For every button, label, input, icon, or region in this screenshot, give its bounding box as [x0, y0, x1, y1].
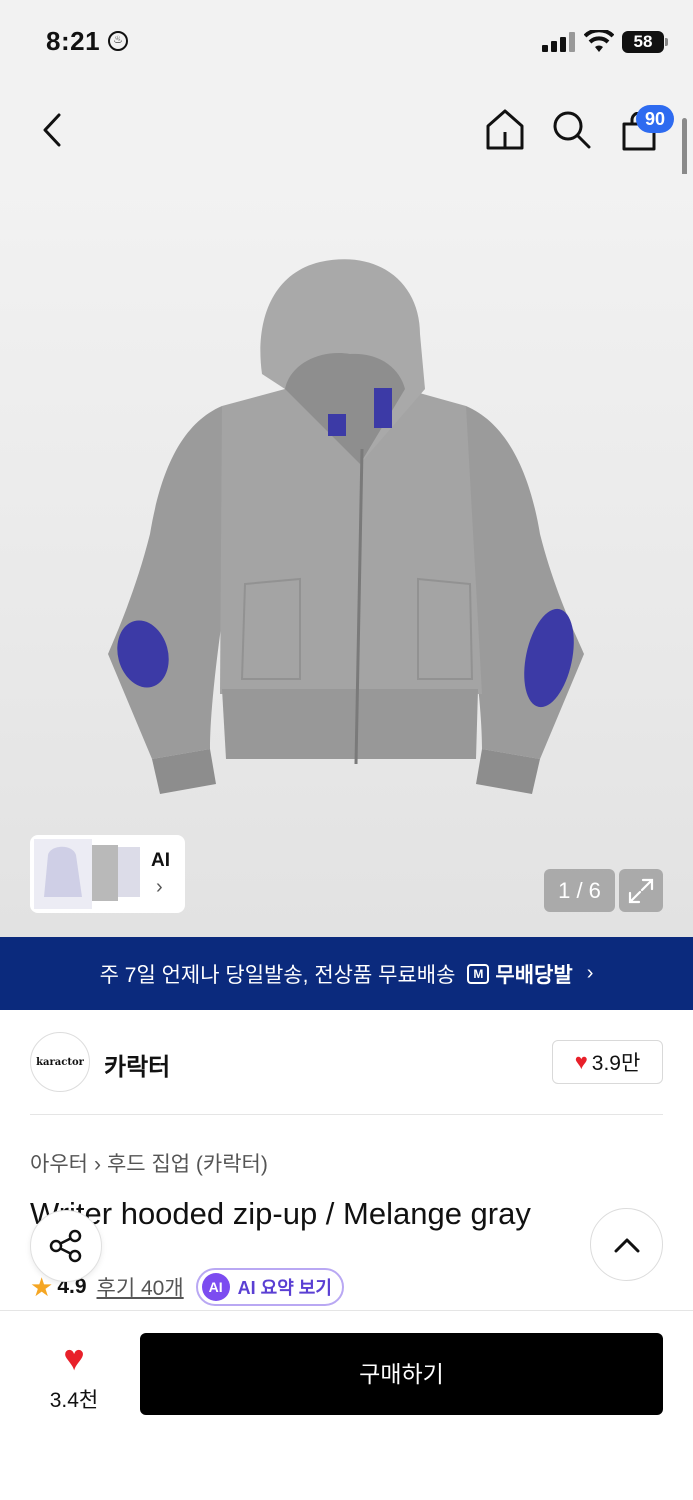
shipping-banner[interactable]: 주 7일 언제나 당일발송, 전상품 무료배송 M 무배당발 ›	[0, 937, 693, 1010]
product-image-carousel[interactable]	[0, 174, 693, 937]
wishlist-button[interactable]: ♥ 3.4천	[36, 1338, 112, 1414]
reviews-link[interactable]: 후기 40개	[97, 1272, 184, 1302]
heart-icon: ♥	[574, 1049, 588, 1074]
ai-summary-label: AI 요약 보기	[237, 1278, 332, 1298]
chevron-right-icon: ›	[156, 876, 163, 898]
chevron-right-icon: ›	[586, 962, 594, 984]
brand-row: karactor 카락터 ♥ 3.9만	[30, 1032, 663, 1092]
breadcrumb-subcategory[interactable]: 후드 집업 (카락터)	[107, 1153, 268, 1176]
wishlist-count: 3.4천	[49, 1389, 99, 1412]
buy-button[interactable]: 구매하기	[140, 1333, 663, 1415]
hotspot-icon: ♨	[108, 31, 128, 51]
back-button[interactable]	[34, 108, 70, 152]
chevron-left-icon	[43, 113, 61, 147]
battery-cap	[665, 38, 668, 46]
scroll-to-top-button[interactable]	[590, 1208, 663, 1281]
cart-count-badge: 90	[636, 105, 674, 133]
brand-name[interactable]: 카락터	[104, 1047, 170, 1082]
product-title: Writer hooded zip-up / Melange gray	[30, 1196, 531, 1231]
battery-icon: 58	[622, 31, 664, 53]
heart-icon: ♥	[63, 1337, 85, 1378]
breadcrumb: 아우터 › 후드 집업 (카락터)	[30, 1148, 268, 1178]
chevron-up-icon	[614, 1238, 639, 1252]
share-icon	[49, 1229, 82, 1263]
thumbnail-image	[34, 839, 140, 909]
breadcrumb-category[interactable]: 아우터	[30, 1153, 88, 1176]
status-bar: 8:21 ♨ 58	[0, 0, 693, 84]
search-button[interactable]	[548, 106, 594, 152]
ai-summary-button[interactable]: AI AI 요약 보기	[195, 1268, 344, 1306]
home-icon	[486, 109, 524, 150]
badge-label: 무배당발	[495, 963, 573, 987]
search-icon	[553, 111, 591, 149]
image-counter: 1 / 6	[544, 869, 615, 912]
home-button[interactable]	[482, 106, 528, 152]
brand-like-button[interactable]: ♥ 3.9만	[552, 1040, 663, 1084]
ai-icon: AI	[201, 1273, 230, 1301]
banner-text: 주 7일 언제나 당일발송, 전상품 무료배송	[99, 963, 456, 987]
delivery-truck-icon: M	[467, 963, 490, 984]
divider	[30, 1114, 663, 1115]
product-image	[108, 259, 584, 794]
expand-image-button[interactable]	[619, 869, 663, 912]
free-shipping-badge: M 무배당발	[467, 959, 573, 989]
brand-logo[interactable]: karactor	[30, 1032, 90, 1092]
ai-thumbnail-card[interactable]	[30, 835, 185, 913]
brand-like-count: 3.9만	[591, 1052, 641, 1075]
signal-icon	[542, 32, 576, 52]
status-time: 8:21	[46, 26, 101, 56]
thumbnail-ai-label: AI	[151, 850, 170, 871]
share-button[interactable]	[30, 1210, 102, 1282]
wifi-icon	[584, 30, 614, 52]
chevron-right-icon: ›	[93, 1153, 101, 1176]
expand-icon	[628, 878, 654, 903]
